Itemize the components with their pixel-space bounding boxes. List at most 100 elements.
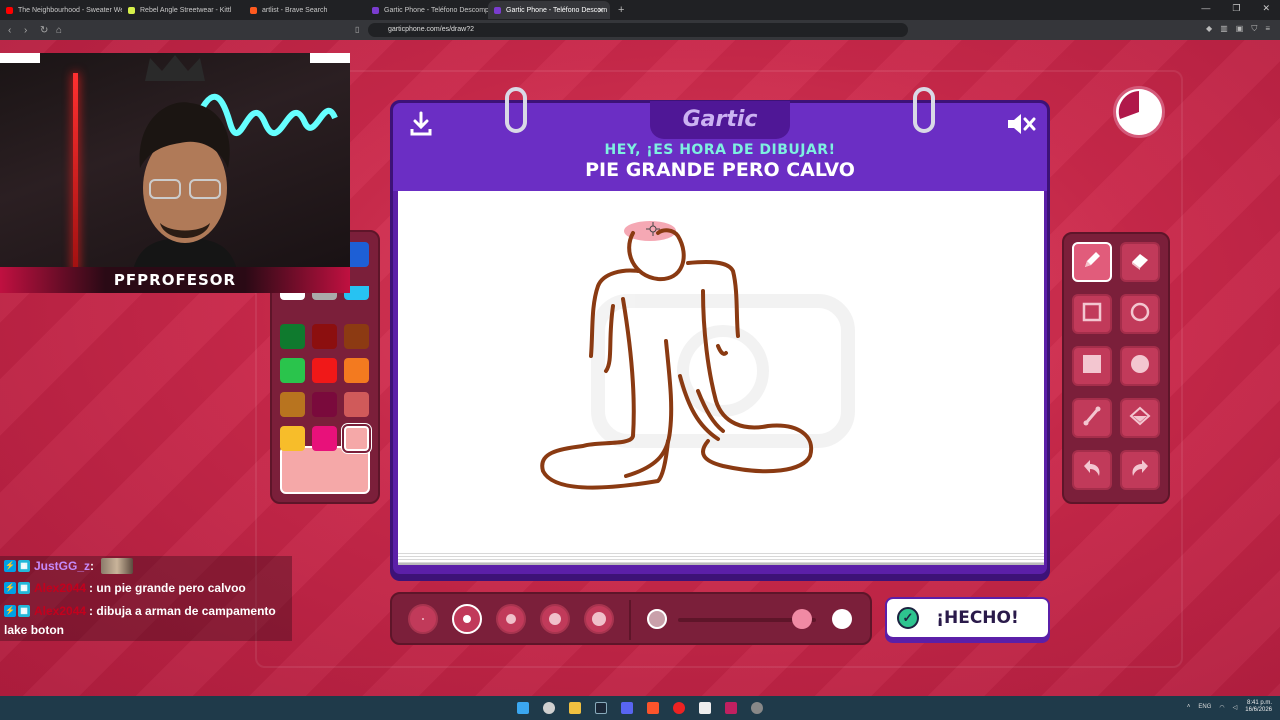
- shield-icon[interactable]: ⛉: [1251, 24, 1257, 34]
- maximize-icon[interactable]: ❐: [1232, 3, 1240, 14]
- app-icon[interactable]: [725, 702, 737, 714]
- url-field[interactable]: garticphone.com/es/draw?2: [368, 23, 908, 37]
- brave-icon[interactable]: [647, 702, 659, 714]
- fill-bucket-icon: [1128, 405, 1152, 432]
- circle-filled-tool-button[interactable]: [1120, 346, 1160, 386]
- tab-favicon-icon: [372, 6, 379, 14]
- prime-badge-icon: ⚡: [4, 560, 16, 572]
- wifi-icon[interactable]: ◠: [1219, 704, 1224, 711]
- tab-title: Gartic Phone - Teléfono Descom: [506, 6, 608, 14]
- fill-bucket-tool-button[interactable]: [1120, 398, 1160, 438]
- color-swatch[interactable]: [312, 392, 337, 417]
- brush-size-button[interactable]: [452, 604, 482, 634]
- board-header: Gartic HEY, ¡ES HORA DE DIBUJAR! PIE GRA…: [393, 87, 1047, 191]
- chat-username[interactable]: JustGG_z: [34, 559, 90, 573]
- browser-tab[interactable]: The Neighbourhood - Sweater Weat: [0, 1, 122, 19]
- browser-tab[interactable]: Rebel Angle Streetwear - Kittl: [122, 1, 244, 19]
- frame-corner: [310, 53, 350, 63]
- circle-outline-tool-button[interactable]: [1120, 294, 1160, 334]
- new-tab-icon[interactable]: +: [618, 4, 624, 16]
- tab-title: The Neighbourhood - Sweater Weat: [18, 6, 122, 14]
- extensions-bar: ◆ ▥ ▣ ⛉ ≡: [1206, 24, 1270, 34]
- forward-icon[interactable]: ›: [24, 25, 32, 36]
- color-swatch[interactable]: [344, 358, 369, 383]
- color-swatch[interactable]: [312, 426, 337, 451]
- color-swatch[interactable]: [344, 392, 369, 417]
- color-swatch[interactable]: [312, 358, 337, 383]
- brush-size-dot: [463, 615, 471, 623]
- undo-tool-button[interactable]: [1072, 450, 1112, 490]
- pencil-tool-button[interactable]: [1072, 242, 1112, 282]
- tab-favicon-icon: [6, 6, 13, 14]
- tab-title: artlist - Brave Search: [262, 6, 328, 14]
- done-button[interactable]: ✓ ¡HECHO!: [885, 597, 1050, 639]
- chat-separator: :: [90, 559, 95, 573]
- chevron-up-icon[interactable]: ˄: [1187, 704, 1191, 710]
- opacity-slider-knob[interactable]: [792, 609, 813, 629]
- folder-icon[interactable]: [569, 702, 581, 714]
- close-tab-icon[interactable]: ✕: [597, 6, 604, 15]
- tab-list: The Neighbourhood - Sweater Weat Rebel An…: [0, 1, 610, 19]
- color-swatch[interactable]: [280, 358, 305, 383]
- discord-icon[interactable]: [621, 702, 633, 714]
- crown-icon: [145, 55, 205, 81]
- brush-size-button[interactable]: [540, 604, 570, 634]
- color-swatch[interactable]: [312, 324, 337, 349]
- tools-panel: [1062, 232, 1170, 504]
- redo-tool-button[interactable]: [1120, 450, 1160, 490]
- menu-icon[interactable]: ≡: [1265, 24, 1270, 34]
- color-swatch[interactable]: [344, 324, 369, 349]
- brush-size-button[interactable]: [408, 604, 438, 634]
- chat-message: ⚡ ▦ Alex2044: un pie grande pero calvoo: [4, 581, 246, 595]
- eraser-tool-button[interactable]: [1120, 242, 1160, 282]
- app-icon[interactable]: [673, 702, 685, 714]
- checkmark-icon: ✓: [897, 607, 919, 629]
- drawing-strokes: [540, 221, 855, 490]
- rectangle-outline-tool-button[interactable]: [1072, 294, 1112, 334]
- bookmark-icon[interactable]: ▯: [355, 25, 359, 34]
- browser-tab[interactable]: Gartic Phone - Teléfono Descom ✕: [488, 1, 610, 19]
- color-swatch[interactable]: [280, 324, 305, 349]
- drawing-canvas[interactable]: [398, 191, 1044, 551]
- taskbar: ˄ ENG ◠ ◁ 8:41 p.m. 16/6/2026: [0, 696, 1280, 720]
- wallet-icon[interactable]: ▣: [1236, 24, 1244, 34]
- done-button-label: ¡HECHO!: [936, 608, 1019, 628]
- download-icon[interactable]: [409, 111, 433, 142]
- clock-date: 16/6/2026: [1245, 707, 1272, 713]
- close-window-icon[interactable]: ✕: [1262, 3, 1270, 14]
- app-icon[interactable]: [699, 702, 711, 714]
- chat-username[interactable]: Alex2044: [34, 604, 86, 618]
- speaker-muted-icon[interactable]: [1006, 112, 1036, 141]
- steam-icon[interactable]: [595, 702, 607, 714]
- chat-message: ⚡ ▦ JustGG_z :: [4, 558, 134, 574]
- search-icon[interactable]: [543, 702, 555, 714]
- chat-username[interactable]: Alex2044: [34, 581, 86, 595]
- color-swatch[interactable]: [280, 392, 305, 417]
- line-tool-button[interactable]: [1072, 398, 1112, 438]
- clock[interactable]: 8:41 p.m. 16/6/2026: [1245, 700, 1272, 714]
- color-swatch[interactable]: [344, 426, 369, 451]
- opacity-max-icon: [832, 609, 852, 629]
- frame-corner: [0, 53, 40, 63]
- rectangle-filled-tool-button[interactable]: [1072, 346, 1112, 386]
- home-icon[interactable]: ⌂: [56, 25, 64, 36]
- brush-size-button[interactable]: [496, 604, 526, 634]
- start-icon[interactable]: [517, 702, 529, 714]
- reload-icon[interactable]: ↻: [40, 25, 48, 36]
- browser-tab[interactable]: artlist - Brave Search: [244, 1, 366, 19]
- language-indicator[interactable]: ENG: [1198, 704, 1211, 710]
- panel-divider: [629, 600, 631, 640]
- browser-tab[interactable]: Gartic Phone - Teléfono Descompu: [366, 1, 488, 19]
- volume-icon[interactable]: ◁: [1233, 704, 1238, 711]
- extension-icon[interactable]: ◆: [1206, 24, 1212, 34]
- draw-prompt-subtitle: HEY, ¡ES HORA DE DIBUJAR!: [604, 142, 836, 158]
- browser-tab-bar: The Neighbourhood - Sweater Weat Rebel An…: [0, 0, 1280, 20]
- brush-size-button[interactable]: [584, 604, 614, 634]
- webcam-overlay: PFPROFESOR: [0, 53, 350, 293]
- prime-badge-icon: ⚡: [4, 605, 16, 617]
- sidebar-icon[interactable]: ▥: [1220, 24, 1228, 34]
- back-icon[interactable]: ‹: [8, 25, 16, 36]
- app-icon[interactable]: [751, 702, 763, 714]
- minimize-icon[interactable]: —: [1201, 3, 1210, 14]
- color-swatch[interactable]: [280, 426, 305, 451]
